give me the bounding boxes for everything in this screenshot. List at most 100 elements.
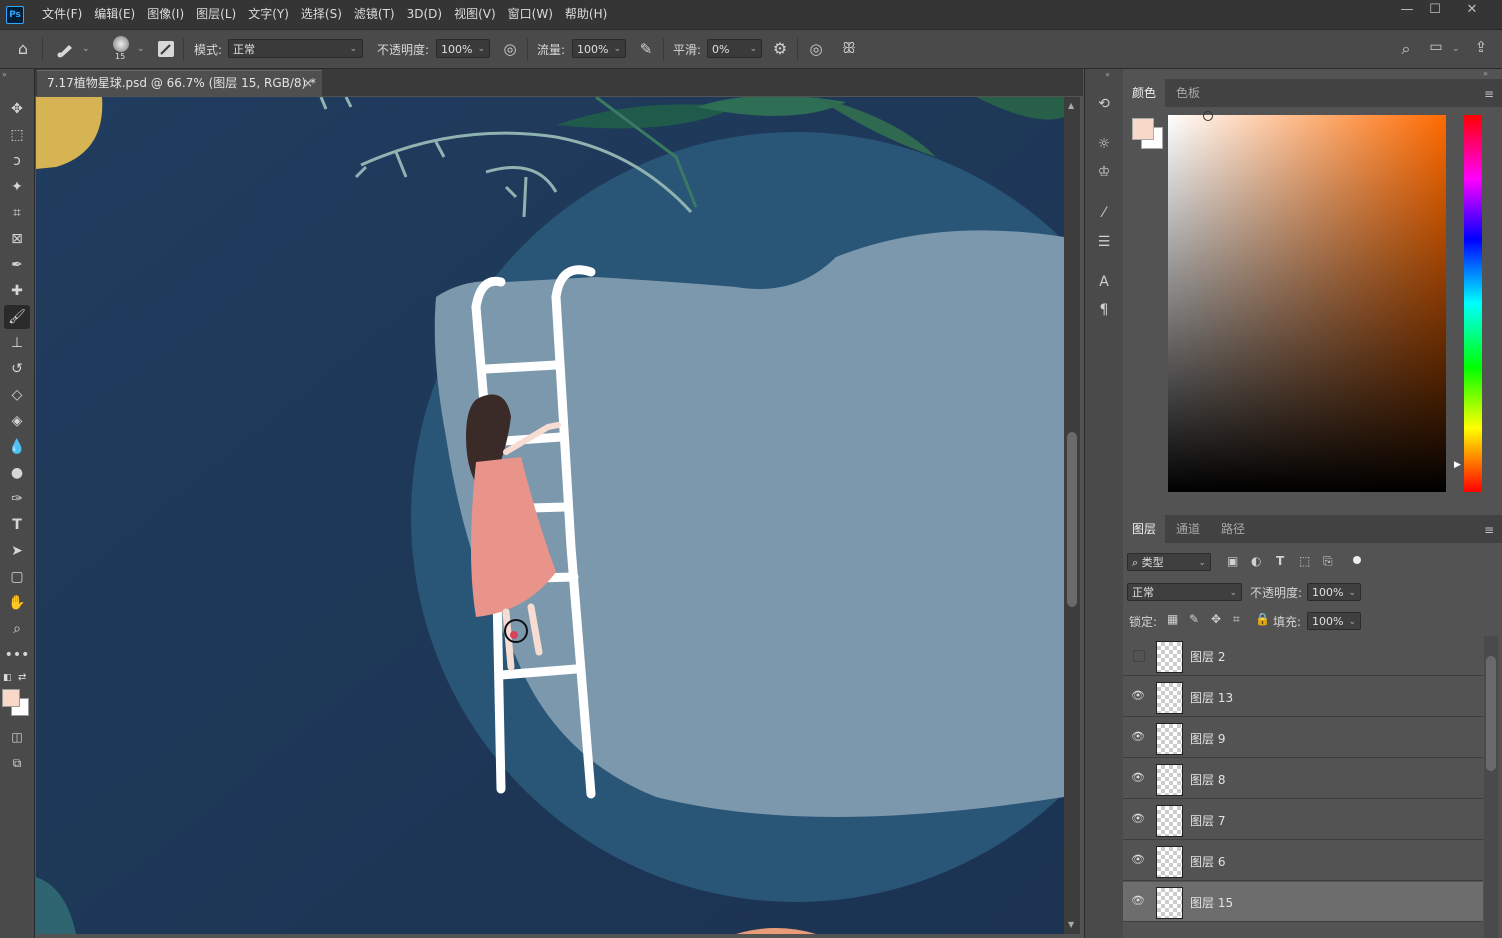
filter-smart-object-icon[interactable]: ⎘ xyxy=(1323,554,1333,569)
dodge-tool-icon[interactable]: ● xyxy=(4,461,30,485)
menu-help[interactable]: 帮助(H) xyxy=(559,0,613,29)
paragraph-panel-icon[interactable]: ¶ xyxy=(1093,299,1115,321)
character-panel-icon[interactable]: A xyxy=(1093,271,1115,293)
layers-scrollbar[interactable] xyxy=(1484,636,1498,938)
layer-row[interactable]: 👁 图层 15 xyxy=(1123,882,1483,922)
menu-layer[interactable]: 图层(L) xyxy=(190,0,242,29)
foreground-color-swatch[interactable] xyxy=(2,689,20,707)
visibility-off-icon[interactable] xyxy=(1133,650,1145,662)
scroll-up-icon[interactable]: ▲ xyxy=(1068,101,1074,110)
workspace-icon[interactable]: ▭ xyxy=(1426,39,1446,55)
scrollbar-thumb[interactable] xyxy=(1067,432,1077,607)
lock-position-icon[interactable]: ✥ xyxy=(1211,612,1221,626)
tab-channels[interactable]: 通道 xyxy=(1167,515,1209,543)
layers-scrollbar-thumb[interactable] xyxy=(1486,656,1496,771)
hue-slider-handle[interactable]: ▶ xyxy=(1454,460,1461,470)
share-icon[interactable]: ⇪ xyxy=(1471,38,1491,56)
eye-icon[interactable]: 👁 xyxy=(1131,771,1145,785)
tab-color[interactable]: 颜色 xyxy=(1123,79,1166,107)
filter-type-icon[interactable]: T xyxy=(1276,554,1284,568)
move-tool-icon[interactable]: ✥ xyxy=(4,97,30,121)
chevron-down-icon[interactable]: ⌄ xyxy=(1452,44,1460,54)
brushes-panel-icon[interactable]: ☰ xyxy=(1093,231,1115,253)
hue-slider[interactable] xyxy=(1464,115,1482,492)
layer-row[interactable]: 👁 图层 7 xyxy=(1123,800,1483,840)
history-brush-tool-icon[interactable]: ↺ xyxy=(4,357,30,381)
color-panel-foreground-swatch[interactable] xyxy=(1132,118,1154,140)
menu-select[interactable]: 选择(S) xyxy=(295,0,348,29)
magic-wand-tool-icon[interactable]: ✦ xyxy=(4,175,30,199)
layer-opacity-field[interactable]: 100% ⌄ xyxy=(1307,583,1361,601)
smoothing-field[interactable]: 0% ⌄ xyxy=(707,39,762,58)
eyedropper-tool-icon[interactable]: ✒ xyxy=(4,253,30,277)
menu-file[interactable]: 文件(F) xyxy=(36,0,88,29)
frame-tool-icon[interactable]: ⊠ xyxy=(4,227,30,251)
eraser-tool-icon[interactable]: ◇ xyxy=(4,383,30,407)
document-canvas[interactable] xyxy=(36,97,1064,934)
layer-row[interactable]: 👁 图层 8 xyxy=(1123,759,1483,799)
chevron-down-icon[interactable]: ⌄ xyxy=(82,44,90,54)
panel-menu-icon[interactable]: ≡ xyxy=(1484,87,1494,101)
properties-panel-icon[interactable]: ♔ xyxy=(1093,161,1115,183)
document-tab[interactable]: 7.17植物星球.psd @ 66.7% (图层 15, RGB/8) * × xyxy=(37,70,322,96)
panel-menu-icon[interactable]: ≡ xyxy=(1484,523,1494,537)
lock-all-icon[interactable]: 🔒 xyxy=(1255,612,1270,626)
brush-settings-panel-icon[interactable]: ⁄ xyxy=(1093,202,1115,224)
marquee-tool-icon[interactable]: ⬚ xyxy=(4,123,30,147)
eye-icon[interactable]: 👁 xyxy=(1131,894,1145,908)
crop-tool-icon[interactable]: ⌗ xyxy=(4,201,30,225)
search-icon[interactable]: ⌕ xyxy=(1396,39,1416,59)
scroll-down-icon[interactable]: ▼ xyxy=(1068,920,1074,929)
swap-colors-icon[interactable]: ⇄ xyxy=(18,672,26,683)
brush-settings-toggle-icon[interactable] xyxy=(158,41,174,57)
menu-3d[interactable]: 3D(D) xyxy=(401,0,448,29)
menu-window[interactable]: 窗口(W) xyxy=(502,0,559,29)
gear-icon[interactable]: ⚙ xyxy=(770,39,790,58)
airbrush-icon[interactable]: ✎ xyxy=(636,40,656,58)
blend-mode-select[interactable]: 正常 ⌄ xyxy=(228,39,363,58)
eye-icon[interactable]: 👁 xyxy=(1131,689,1145,703)
rectangle-tool-icon[interactable]: ▢ xyxy=(4,565,30,589)
tab-paths[interactable]: 路径 xyxy=(1212,515,1254,543)
filter-shape-icon[interactable]: ⬚ xyxy=(1299,554,1310,568)
clone-stamp-tool-icon[interactable]: ⊥ xyxy=(4,331,30,355)
menu-view[interactable]: 视图(V) xyxy=(448,0,502,29)
blur-tool-icon[interactable]: 💧 xyxy=(4,435,30,459)
filter-pixel-icon[interactable]: ▣ xyxy=(1227,554,1238,568)
layer-filter-select[interactable]: ⌕ 类型 ⌄ xyxy=(1127,553,1211,571)
menu-edit[interactable]: 编辑(E) xyxy=(88,0,141,29)
hand-tool-icon[interactable]: ✋ xyxy=(4,591,30,615)
collapse-arrows-icon[interactable]: « xyxy=(1105,70,1110,79)
fill-field[interactable]: 100% ⌄ xyxy=(1307,612,1361,630)
collapse-arrows-icon[interactable]: » xyxy=(2,70,7,79)
tab-layers[interactable]: 图层 xyxy=(1123,515,1166,543)
path-selection-tool-icon[interactable]: ➤ xyxy=(4,539,30,563)
lock-artboard-icon[interactable]: ⌗ xyxy=(1233,612,1240,627)
eye-icon[interactable]: 👁 xyxy=(1131,853,1145,867)
brush-tip-icon[interactable] xyxy=(113,36,129,52)
healing-brush-tool-icon[interactable]: ✚ xyxy=(4,279,30,303)
menu-type[interactable]: 文字(Y) xyxy=(242,0,295,29)
filter-adjustment-icon[interactable]: ◐ xyxy=(1251,554,1261,568)
pen-tool-icon[interactable]: ✑ xyxy=(4,487,30,511)
lasso-tool-icon[interactable]: ↄ xyxy=(4,149,30,173)
chevron-down-icon[interactable]: ⌄ xyxy=(137,44,145,54)
layer-row[interactable]: 图层 2 xyxy=(1123,636,1483,676)
pressure-opacity-icon[interactable]: ◎ xyxy=(500,40,520,58)
brush-tool-icon[interactable]: 🖌 xyxy=(4,305,30,329)
history-panel-icon[interactable]: ⟲ xyxy=(1093,93,1115,115)
color-picker-cursor[interactable] xyxy=(1203,111,1213,121)
eye-icon[interactable]: 👁 xyxy=(1131,812,1145,826)
zoom-tool-icon[interactable]: ⌕ xyxy=(4,617,30,641)
opacity-field[interactable]: 100% ⌄ xyxy=(436,39,490,58)
menu-image[interactable]: 图像(I) xyxy=(141,0,190,29)
home-icon[interactable]: ⌂ xyxy=(12,39,34,59)
layer-row[interactable]: 👁 图层 9 xyxy=(1123,718,1483,758)
maximize-button[interactable]: ☐ xyxy=(1417,0,1453,20)
close-tab-icon[interactable]: × xyxy=(303,71,313,95)
more-tools-icon[interactable]: ••• xyxy=(4,643,30,667)
close-window-button[interactable]: ✕ xyxy=(1454,0,1490,20)
collapse-arrows-icon[interactable]: » xyxy=(1483,69,1488,78)
tab-swatches[interactable]: 色板 xyxy=(1167,79,1209,107)
default-colors-icon[interactable]: ◧ xyxy=(3,673,12,683)
